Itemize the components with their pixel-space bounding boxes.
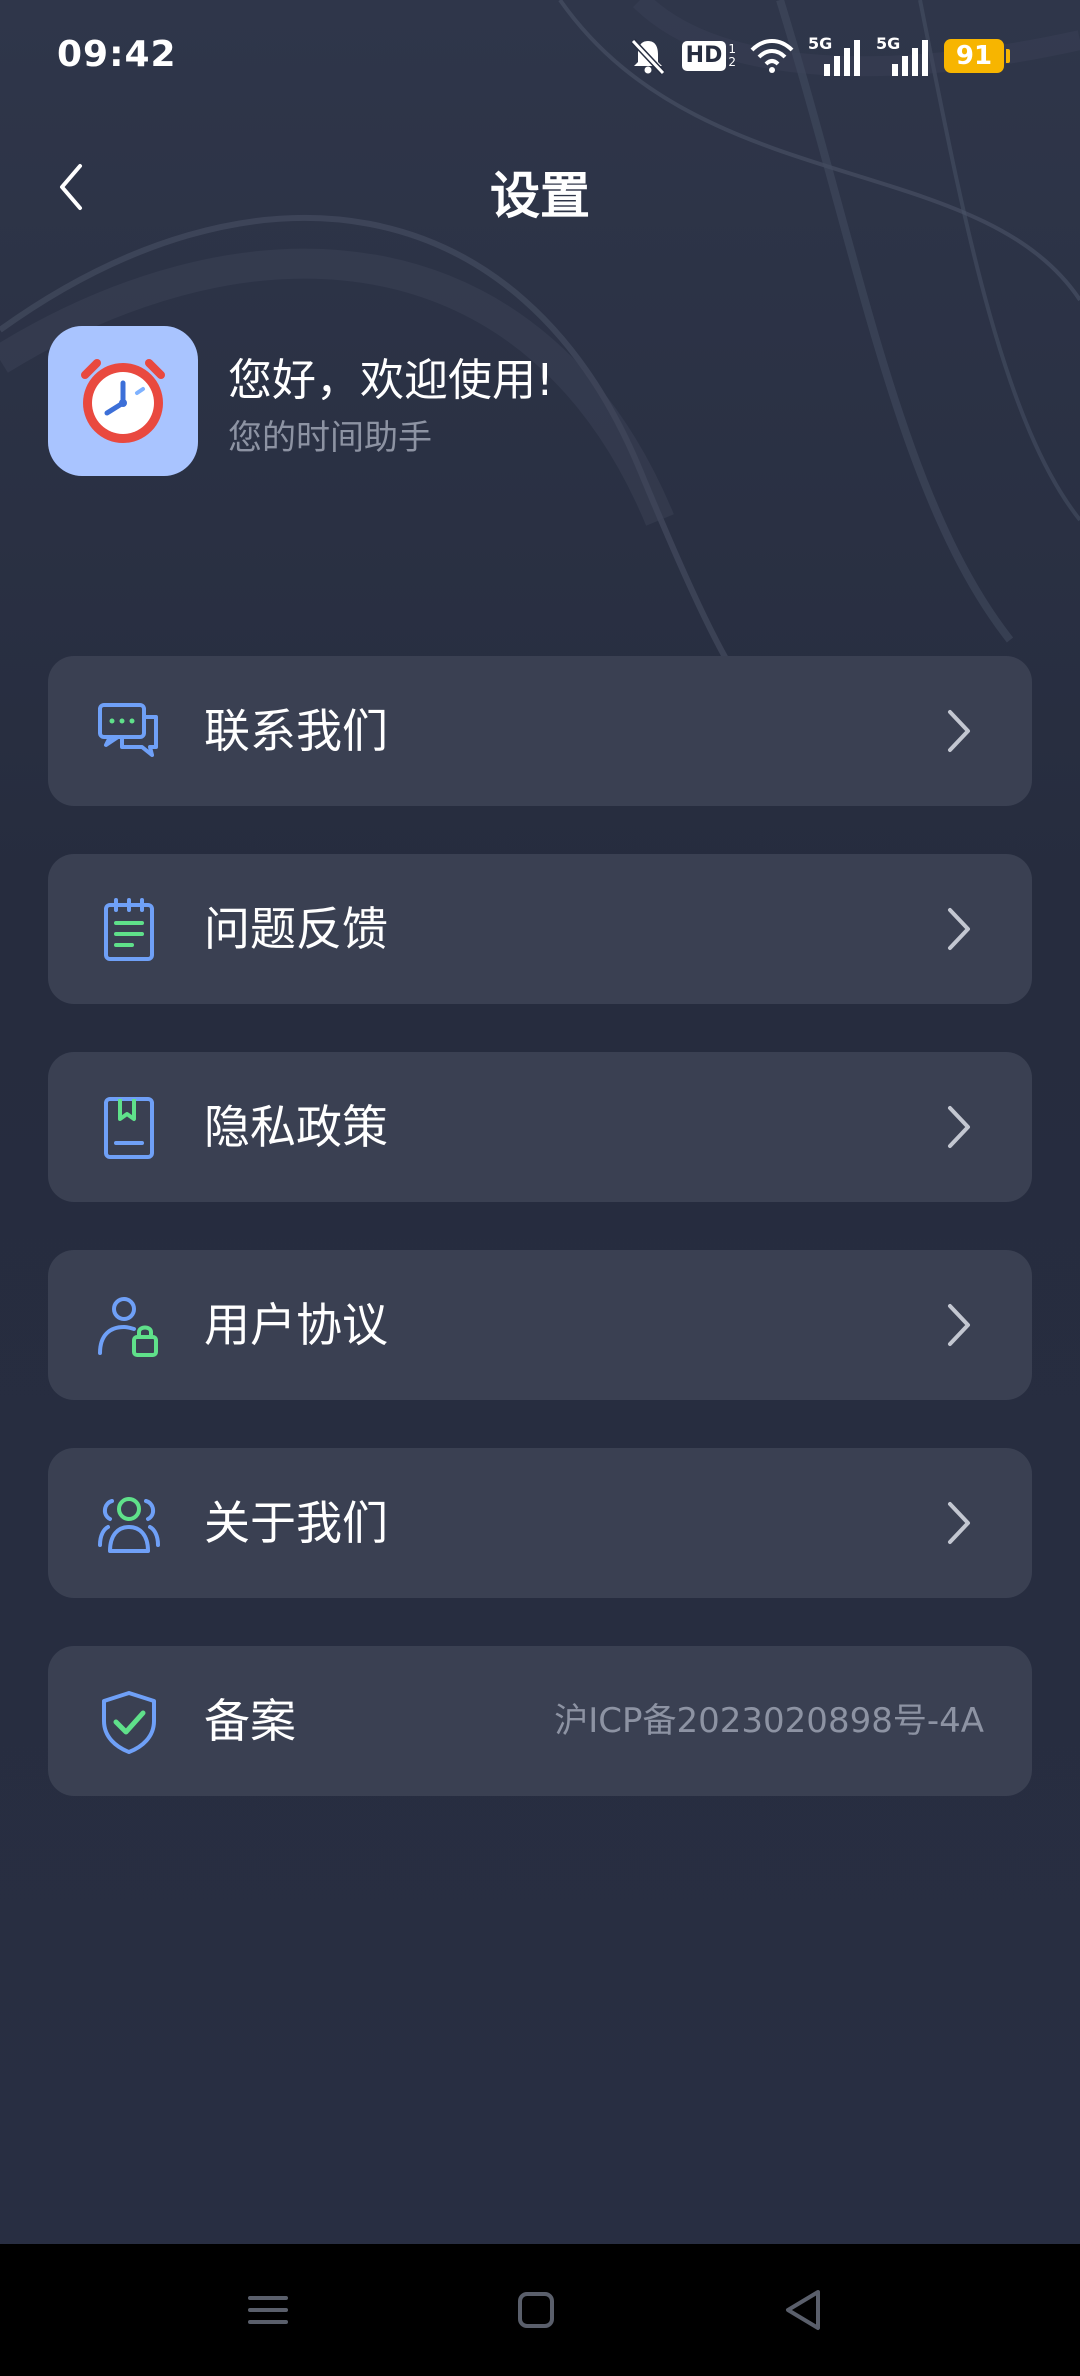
status-time: 09:42 — [57, 34, 177, 75]
menu-item-contact-us[interactable]: 联系我们 — [48, 656, 1032, 806]
hd-icon: HD 12 — [681, 41, 736, 71]
menu-item-label: 问题反馈 — [204, 902, 388, 956]
signal-icon-1: 5G — [808, 34, 862, 76]
menu-item-label: 关于我们 — [204, 1496, 388, 1550]
app-icon — [48, 326, 198, 476]
menu-item-label: 隐私政策 — [204, 1100, 388, 1154]
users-icon — [98, 1497, 160, 1553]
menu-item-label: 联系我们 — [204, 704, 388, 758]
chevron-right-icon — [948, 1106, 970, 1148]
chevron-right-icon — [948, 908, 970, 950]
notepad-icon — [104, 898, 154, 961]
system-nav-bar — [0, 2244, 1080, 2376]
chevron-right-icon — [948, 1502, 970, 1544]
icp-record-number: 沪ICP备2023020898号-4A — [554, 1701, 984, 1741]
page-title: 设置 — [490, 167, 590, 225]
battery-level: 91 — [955, 41, 993, 71]
battery-icon: 91 — [944, 39, 1010, 73]
menu-item-label: 备案 — [204, 1694, 296, 1748]
mute-bell-icon — [630, 38, 665, 76]
menu-item-label: 用户协议 — [204, 1298, 388, 1352]
wifi-icon — [750, 39, 794, 73]
menu-item-icp-record[interactable]: 备案 沪ICP备2023020898号-4A — [48, 1646, 1032, 1796]
nav-back-button[interactable] — [772, 2280, 832, 2340]
home-square-icon — [518, 2292, 554, 2328]
signal-icon-2: 5G — [876, 34, 930, 76]
settings-menu: 联系我们 问题反馈 隐私政策 用户协议 关于我们 备案 沪ICP备2023020… — [48, 656, 1032, 1844]
greeting-text: 您好，欢迎使用! — [228, 355, 554, 406]
hd-label: HD — [681, 41, 727, 71]
bookmark-document-icon — [104, 1097, 154, 1159]
chevron-right-icon — [948, 710, 970, 752]
status-icons: HD 12 5G 5G 91 — [628, 34, 1010, 78]
status-bar: 09:42 HD 12 5G 5G 91 — [0, 0, 1080, 120]
menu-item-privacy-policy[interactable]: 隐私政策 — [48, 1052, 1032, 1202]
menu-item-user-agreement[interactable]: 用户协议 — [48, 1250, 1032, 1400]
chevron-right-icon — [948, 1304, 970, 1346]
recent-apps-button[interactable] — [238, 2280, 298, 2340]
settings-screen: 09:42 HD 12 5G 5G 91 设置 您好，欢迎使用! 您的时间助手 … — [0, 0, 1080, 2376]
menu-item-feedback[interactable]: 问题反馈 — [48, 854, 1032, 1004]
menu-icon — [248, 2296, 288, 2324]
alarm-clock-icon — [81, 359, 165, 443]
menu-item-about-us[interactable]: 关于我们 — [48, 1448, 1032, 1598]
home-button[interactable] — [506, 2280, 566, 2340]
chat-bubbles-icon — [98, 703, 158, 757]
back-triangle-icon — [786, 2290, 820, 2330]
greeting-subtitle: 您的时间助手 — [228, 418, 432, 458]
user-lock-icon — [98, 1297, 158, 1357]
hd-sim-marks: 12 — [728, 42, 736, 69]
shield-check-icon — [102, 1691, 156, 1754]
